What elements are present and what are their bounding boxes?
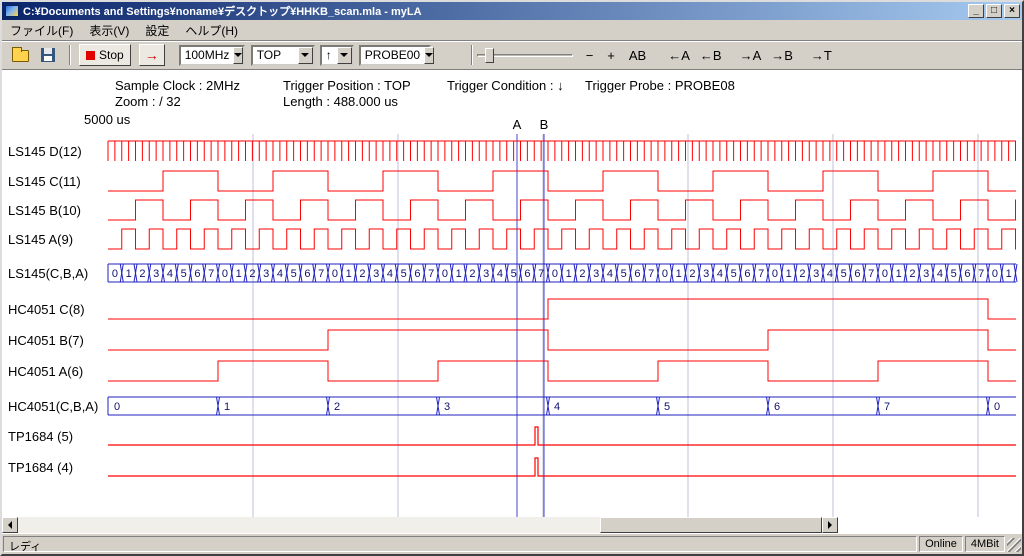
- trigger-position-value: TOP: [253, 48, 298, 62]
- scroll-left-button[interactable]: [2, 517, 18, 533]
- menu-help[interactable]: ヘルプ(H): [177, 20, 246, 41]
- left-arrow-icon: [4, 521, 12, 529]
- trigger-condition-text: Trigger Condition : ↓: [447, 78, 564, 93]
- zoom-text: Zoom : / 32: [115, 94, 181, 109]
- trigger-position-text: Trigger Position : TOP: [283, 78, 411, 93]
- zoom-out-button[interactable]: −: [583, 46, 597, 65]
- right-arrow-icon: [828, 521, 836, 529]
- goto-a-left-button[interactable]: ←A: [665, 46, 693, 65]
- toolbar-separator: [69, 45, 71, 65]
- menu-settings[interactable]: 設定: [137, 20, 177, 41]
- toolbar: Stop → 100MHz TOP ↑ PROBE00 − + AB ←A ←B…: [2, 40, 1022, 70]
- open-folder-icon: [12, 50, 29, 62]
- run-button[interactable]: →: [139, 44, 165, 66]
- window-title: C:¥Documents and Settings¥noname¥デスクトップ¥…: [23, 3, 968, 19]
- titlebar[interactable]: C:¥Documents and Settings¥noname¥デスクトップ¥…: [2, 2, 1022, 20]
- window-controls: _ □ ×: [968, 4, 1020, 18]
- close-button[interactable]: ×: [1004, 4, 1020, 18]
- menu-view[interactable]: 表示(V): [81, 20, 137, 41]
- status-ready: レディ: [3, 536, 917, 552]
- run-arrow-icon: →: [145, 47, 159, 63]
- status-memory: 4MBit: [965, 536, 1005, 552]
- goto-b-right-button[interactable]: →B: [768, 46, 796, 65]
- stop-button[interactable]: Stop: [79, 44, 131, 66]
- minimize-button[interactable]: _: [968, 4, 984, 18]
- trigger-probe-text: Trigger Probe : PROBE08: [585, 78, 735, 93]
- menubar: ファイル(F) 表示(V) 設定 ヘルプ(H): [2, 20, 1022, 40]
- save-icon: [41, 48, 55, 62]
- timebase-text: 5000 us: [84, 112, 130, 127]
- trigger-position-select[interactable]: TOP: [251, 45, 315, 66]
- chevron-down-icon[interactable]: [233, 47, 243, 64]
- toolbar-separator: [471, 45, 473, 65]
- waveform-area: [2, 70, 1022, 534]
- trigger-edge-select[interactable]: ↑: [320, 45, 354, 66]
- length-text: Length : 488.000 us: [283, 94, 398, 109]
- ab-button[interactable]: AB: [626, 46, 649, 65]
- chevron-down-icon[interactable]: [337, 47, 352, 64]
- slider-handle[interactable]: [485, 48, 494, 63]
- goto-a-right-button[interactable]: →A: [737, 46, 765, 65]
- scrollbar-thumb[interactable]: [600, 517, 822, 533]
- stop-label: Stop: [99, 48, 124, 62]
- trigger-edge-value: ↑: [322, 48, 337, 62]
- clock-select[interactable]: 100MHz: [179, 45, 245, 66]
- status-online: Online: [919, 536, 963, 552]
- open-button[interactable]: [8, 44, 33, 66]
- zoom-in-button[interactable]: +: [604, 46, 618, 65]
- horizontal-scrollbar[interactable]: [2, 517, 838, 533]
- probe-select[interactable]: PROBE00: [359, 45, 431, 66]
- chevron-down-icon[interactable]: [424, 47, 434, 64]
- save-button[interactable]: [37, 44, 59, 66]
- scroll-right-button[interactable]: [822, 517, 838, 533]
- stop-icon: [86, 51, 95, 60]
- goto-trigger-button[interactable]: →T: [808, 46, 835, 65]
- sample-clock-text: Sample Clock : 2MHz: [115, 78, 240, 93]
- menu-file[interactable]: ファイル(F): [2, 20, 81, 41]
- resize-grip[interactable]: [1007, 538, 1021, 552]
- chevron-down-icon[interactable]: [298, 47, 313, 64]
- clock-value: 100MHz: [181, 48, 234, 62]
- goto-b-left-button[interactable]: ←B: [697, 46, 725, 65]
- maximize-button[interactable]: □: [986, 4, 1002, 18]
- probe-value: PROBE00: [361, 48, 424, 62]
- position-slider[interactable]: [477, 45, 573, 65]
- app-icon: [5, 5, 19, 17]
- statusbar: レディ Online 4MBit: [2, 534, 1022, 554]
